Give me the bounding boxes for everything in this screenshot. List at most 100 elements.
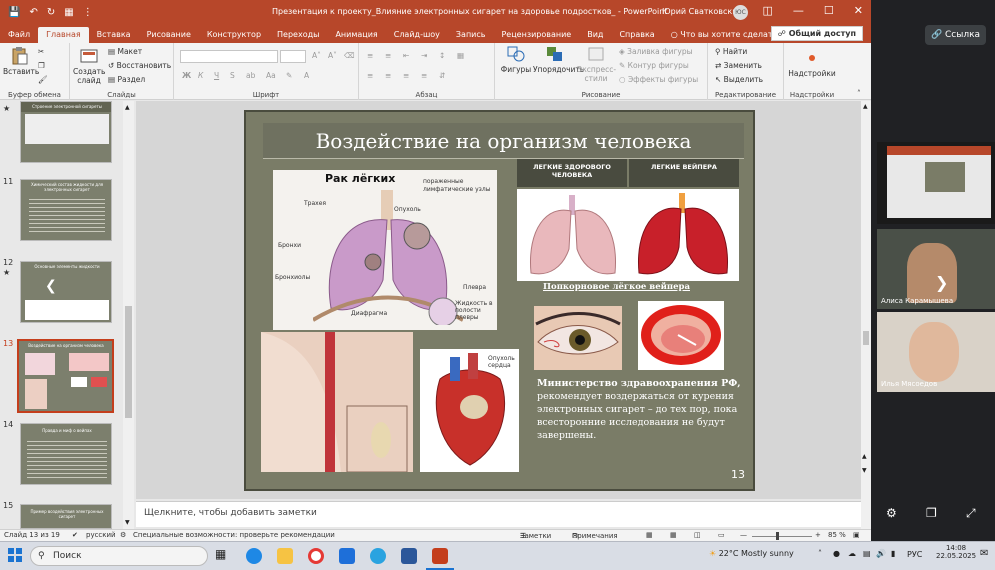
shape-fill-button[interactable]: ◈ Заливка фигуры	[619, 47, 693, 56]
tab-design[interactable]: Конструктор	[199, 27, 269, 43]
throat-image[interactable]	[261, 332, 413, 472]
paste-button[interactable]: Вставить	[3, 47, 39, 76]
shapes-button[interactable]: Фигуры	[499, 45, 533, 74]
slide-thumbnail[interactable]: Строение электронной сигареты	[20, 101, 112, 163]
mouth-image[interactable]	[638, 301, 724, 370]
accessibility-icon[interactable]: ⚙	[120, 531, 126, 539]
save-icon[interactable]: 💾	[8, 7, 20, 18]
text-direction-icon[interactable]: ⇵	[439, 71, 445, 80]
zoom-out-icon[interactable]: —	[740, 531, 747, 539]
slide-title[interactable]: Воздействие на организм человека	[263, 123, 744, 159]
normal-view-icon[interactable]: ▦	[646, 531, 653, 539]
yandex-browser-icon[interactable]	[308, 548, 324, 564]
shape-outline-button[interactable]: ✎ Контур фигуры	[619, 61, 689, 70]
onedrive-icon[interactable]: ☁	[848, 549, 856, 558]
language-indicator[interactable]: русский	[86, 531, 116, 539]
ribbon-display-icon[interactable]: ◫	[763, 4, 773, 17]
scroll-up-icon[interactable]: ▲	[125, 104, 130, 111]
select-button[interactable]: ↖ Выделить	[715, 75, 763, 84]
tray-chevron-icon[interactable]: ˄	[818, 549, 822, 558]
justify-icon[interactable]: ≡	[421, 71, 427, 80]
scrollbar-thumb[interactable]	[863, 331, 869, 345]
body-text[interactable]: Министерство здравоохранения РФ, рекомен…	[537, 377, 744, 442]
tab-slideshow[interactable]: Слайд-шоу	[386, 27, 448, 43]
next-icon[interactable]: ❯	[935, 273, 948, 292]
powerpoint-icon[interactable]	[432, 548, 448, 564]
change-case-icon[interactable]: Aa	[266, 71, 276, 80]
keyboard-language[interactable]: РУС	[907, 550, 922, 559]
slide-canvas[interactable]: Воздействие на организм человека Рак лёг…	[244, 110, 755, 491]
highlight-icon[interactable]: ✎	[286, 71, 292, 80]
prev-slide-icon[interactable]: ❮	[45, 278, 57, 294]
present-icon[interactable]: ▦	[64, 7, 73, 18]
more-icon[interactable]: ⋮	[83, 7, 93, 18]
font-name-input[interactable]	[180, 50, 278, 63]
heart-image[interactable]: Опухоль сердца	[420, 349, 519, 472]
clear-format-icon[interactable]: ⌫	[344, 51, 355, 60]
zoom-level[interactable]: 85 %	[828, 531, 846, 539]
minimize-icon[interactable]: —	[793, 4, 804, 17]
redo-icon[interactable]: ↻	[47, 7, 55, 18]
align-right-icon[interactable]: ≡	[403, 71, 409, 80]
link-button[interactable]: 🔗 Ссылка	[925, 25, 986, 45]
close-icon[interactable]: ✕	[854, 4, 863, 17]
network-icon[interactable]: ▤	[863, 549, 871, 558]
decrease-font-icon[interactable]: A˅	[328, 51, 337, 60]
weather-widget[interactable]: ☀ 22°C Mostly sunny	[709, 549, 794, 558]
start-icon[interactable]	[8, 548, 22, 562]
format-painter-icon[interactable]: 🖌	[38, 75, 48, 84]
lungs-comparison-image[interactable]	[517, 189, 739, 281]
spacing-icon[interactable]: ab	[246, 71, 255, 80]
zoom-slider[interactable]	[752, 536, 812, 537]
telegram-icon[interactable]	[370, 548, 386, 564]
copy-icon[interactable]: ❐	[38, 61, 45, 70]
collapse-ribbon-icon[interactable]: ˄	[857, 89, 861, 98]
numbering-icon[interactable]: ≡	[385, 51, 391, 60]
edge-icon[interactable]	[246, 548, 262, 564]
fullscreen-icon[interactable]: ⤢	[966, 506, 976, 521]
section-button[interactable]: ▤ Раздел	[108, 75, 145, 84]
share-button[interactable]: ☍ Общий доступ	[770, 26, 863, 41]
volume-icon[interactable]: 🔊	[876, 549, 886, 558]
slide-thumbnail-selected[interactable]: Воздействие на организм человека	[17, 339, 114, 413]
maximize-icon[interactable]: ☐	[824, 4, 834, 17]
reset-button[interactable]: ↺ Восстановить	[108, 61, 171, 70]
participant-tile[interactable]: Илья Мясоедов	[877, 312, 995, 392]
taskbar-search[interactable]: ⚲ Поиск	[30, 546, 208, 566]
file-explorer-icon[interactable]	[277, 548, 293, 564]
columns-icon[interactable]: ▦	[457, 51, 464, 60]
user-name[interactable]: Юрий Сватковский	[662, 7, 743, 16]
sorter-view-icon[interactable]: ▦	[670, 531, 677, 539]
notes-pane[interactable]: Щелкните, чтобы добавить заметки	[136, 501, 861, 527]
tab-insert[interactable]: Вставка	[89, 27, 139, 43]
lung-cancer-diagram[interactable]: Рак лёгких Трахея Опухоль пораженные лим…	[273, 170, 497, 330]
accessibility-status[interactable]: Специальные возможности: проверьте реком…	[133, 531, 335, 539]
indent-decrease-icon[interactable]: ⇤	[403, 51, 409, 60]
scrollbar-thumb[interactable]	[125, 306, 132, 418]
new-slide-button[interactable]: Создать слайд	[73, 47, 105, 85]
slide-thumbnail[interactable]: Правда и миф о вейпах	[20, 423, 112, 485]
line-spacing-icon[interactable]: ↕	[439, 51, 445, 60]
participant-tile[interactable]: ❯ Алиса Карамышева	[877, 229, 995, 309]
tab-file[interactable]: Файл	[0, 27, 38, 43]
indent-increase-icon[interactable]: ⇥	[421, 51, 427, 60]
undo-icon[interactable]: ↶	[29, 7, 37, 18]
notifications-icon[interactable]: ✉	[980, 548, 988, 559]
thumbnails-scrollbar[interactable]: ▲ ▼	[123, 101, 134, 529]
scroll-up-icon[interactable]: ▲	[863, 103, 868, 110]
red-eye-image[interactable]	[534, 306, 622, 370]
tab-record[interactable]: Запись	[448, 27, 494, 43]
reading-view-icon[interactable]: ◫	[694, 531, 701, 539]
slideshow-view-icon[interactable]: ▭	[718, 531, 725, 539]
clock[interactable]: 14:08 22.05.2025	[936, 544, 976, 560]
bullets-icon[interactable]: ≡	[367, 51, 373, 60]
arrange-button[interactable]: Упорядочить	[533, 45, 584, 74]
avatar[interactable]: ЮС	[733, 5, 748, 20]
find-button[interactable]: ⚲ Найти	[715, 47, 747, 56]
slide-thumbnail[interactable]: Основные элементы жидкости ❮	[20, 261, 112, 323]
zoom-in-icon[interactable]: +	[815, 531, 821, 539]
tab-help[interactable]: Справка	[611, 27, 662, 43]
tab-view[interactable]: Вид	[579, 27, 611, 43]
font-size-input[interactable]	[280, 50, 306, 63]
tab-animations[interactable]: Анимация	[327, 27, 385, 43]
